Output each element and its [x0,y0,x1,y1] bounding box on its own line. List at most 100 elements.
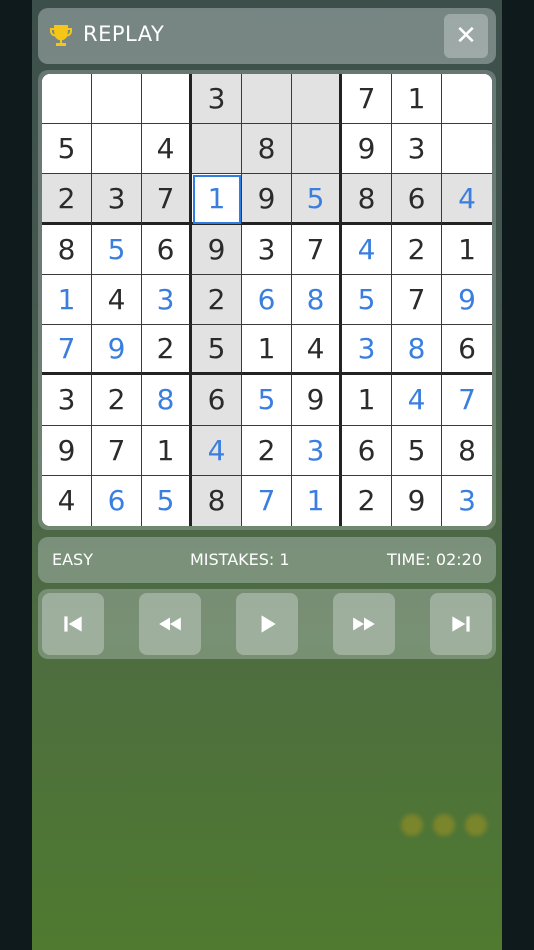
sudoku-cell[interactable] [442,74,492,125]
sudoku-cell[interactable]: 4 [292,325,342,376]
sudoku-cell[interactable]: 3 [442,475,492,526]
sudoku-cell[interactable] [92,74,142,125]
sudoku-cell[interactable]: 7 [142,174,192,225]
sudoku-cell[interactable]: 6 [442,325,492,376]
sudoku-cell[interactable]: 4 [392,375,442,426]
sudoku-cell[interactable]: 3 [242,224,292,275]
sudoku-cell[interactable]: 6 [342,425,392,476]
skip-to-start-button[interactable] [42,593,104,655]
sudoku-cell[interactable]: 1 [342,375,392,426]
sudoku-cell[interactable]: 3 [92,174,142,225]
sudoku-cell[interactable]: 9 [442,274,492,326]
sudoku-cell[interactable]: 3 [142,274,192,326]
right-margin [502,0,534,950]
sudoku-cell[interactable]: 9 [92,325,142,376]
sudoku-cell[interactable]: 5 [342,274,392,326]
sudoku-cell[interactable]: 9 [192,224,242,275]
sudoku-cell[interactable] [42,74,92,125]
sudoku-cell[interactable]: 2 [92,375,142,426]
skip-end-icon [452,616,470,632]
sudoku-cell[interactable]: 4 [442,174,492,225]
sudoku-cell[interactable]: 1 [42,274,92,326]
sudoku-cell[interactable]: 1 [142,425,192,476]
sudoku-cell[interactable]: 6 [92,475,142,526]
sudoku-cell[interactable]: 3 [292,425,342,476]
fast-forward-icon [353,617,375,631]
sudoku-cell[interactable]: 4 [342,224,392,275]
sudoku-cell[interactable]: 6 [192,375,242,426]
sudoku-cell[interactable]: 9 [42,425,92,476]
sudoku-cell[interactable]: 7 [42,325,92,376]
sudoku-cell[interactable]: 5 [192,325,242,376]
sudoku-cell[interactable]: 7 [392,274,442,326]
sudoku-cell[interactable]: 8 [342,174,392,225]
sudoku-cell[interactable]: 4 [42,475,92,526]
sudoku-cell[interactable]: 1 [392,74,442,125]
sudoku-cell[interactable]: 2 [42,174,92,225]
sudoku-cell[interactable]: 2 [142,325,192,376]
sudoku-cell[interactable]: 3 [342,325,392,376]
sudoku-cell[interactable]: 8 [242,124,292,175]
sudoku-cell[interactable]: 5 [42,124,92,175]
sudoku-cell[interactable]: 9 [342,124,392,175]
sudoku-cell[interactable]: 7 [242,475,292,526]
sudoku-cell[interactable]: 5 [392,425,442,476]
sudoku-cell[interactable]: 3 [392,124,442,175]
sudoku-cell[interactable]: 6 [242,274,292,326]
sudoku-cell[interactable]: 2 [392,224,442,275]
sudoku-cell[interactable]: 8 [292,274,342,326]
page-title: REPLAY [83,22,165,46]
sudoku-board[interactable]: 3715489323719586485693742114326857979251… [42,74,492,526]
sudoku-cell[interactable]: 6 [392,174,442,225]
sudoku-cell[interactable]: 2 [342,475,392,526]
sudoku-board-frame: 3715489323719586485693742114326857979251… [38,70,496,530]
sudoku-cell[interactable]: 8 [192,475,242,526]
sudoku-cell[interactable]: 9 [292,375,342,426]
sudoku-cell[interactable]: 8 [42,224,92,275]
sudoku-cell[interactable]: 3 [42,375,92,426]
sudoku-cell[interactable]: 2 [242,425,292,476]
sudoku-cell[interactable] [292,74,342,125]
sudoku-cell[interactable]: 8 [442,425,492,476]
rewind-icon [159,617,181,631]
sudoku-cell[interactable]: 5 [242,375,292,426]
close-button[interactable]: ✕ [444,14,488,58]
sudoku-cell[interactable]: 6 [142,224,192,275]
replay-header: REPLAY ✕ [38,8,496,64]
sudoku-cell[interactable]: 2 [192,274,242,326]
sudoku-cell[interactable] [92,124,142,175]
sudoku-cell[interactable]: 5 [142,475,192,526]
sudoku-cell[interactable]: 7 [92,425,142,476]
sudoku-cell[interactable]: 7 [442,375,492,426]
play-button[interactable] [236,593,298,655]
sudoku-cell[interactable] [242,74,292,125]
difficulty-label: EASY [52,550,93,569]
sudoku-cell[interactable]: 8 [142,375,192,426]
sudoku-cell[interactable]: 3 [192,74,242,125]
sudoku-cell[interactable]: 4 [142,124,192,175]
sudoku-cell[interactable]: 1 [192,174,242,225]
skip-to-end-button[interactable] [430,593,492,655]
sudoku-cell[interactable]: 1 [242,325,292,376]
sudoku-cell[interactable]: 8 [392,325,442,376]
sudoku-cell[interactable]: 1 [442,224,492,275]
sudoku-cell[interactable]: 4 [192,425,242,476]
sudoku-cell[interactable]: 7 [342,74,392,125]
sudoku-cell[interactable]: 4 [92,274,142,326]
play-icon [261,615,276,633]
sudoku-cell[interactable] [292,124,342,175]
sudoku-cell[interactable]: 1 [292,475,342,526]
sudoku-cell[interactable] [192,124,242,175]
fast-forward-button[interactable] [333,593,395,655]
sudoku-cell[interactable]: 5 [92,224,142,275]
sudoku-cell[interactable]: 7 [292,224,342,275]
sudoku-cell[interactable]: 5 [292,174,342,225]
trophy-icon [48,23,74,49]
sudoku-cell[interactable]: 9 [242,174,292,225]
rewind-button[interactable] [139,593,201,655]
sudoku-cell[interactable]: 9 [392,475,442,526]
sudoku-cell[interactable] [142,74,192,125]
sudoku-cell[interactable] [442,124,492,175]
skip-start-icon [64,616,82,632]
mistakes-counter: MISTAKES: 1 [190,550,290,569]
